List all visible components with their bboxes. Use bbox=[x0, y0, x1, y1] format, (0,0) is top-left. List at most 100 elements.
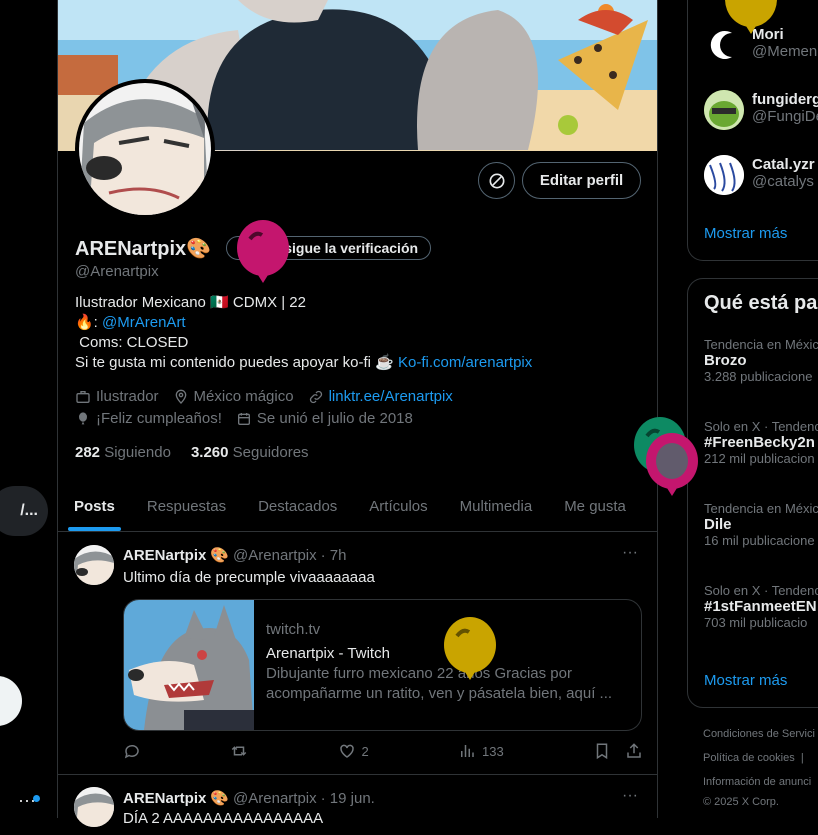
bookmark-icon[interactable] bbox=[593, 742, 611, 760]
follow-suggestion[interactable]: Catal.yzr @catalys bbox=[752, 156, 815, 190]
show-more-link[interactable]: Mostrar más bbox=[704, 225, 787, 242]
footer-ads-link[interactable]: Información de anunci bbox=[703, 776, 811, 788]
show-more-link[interactable]: Mostrar más bbox=[704, 672, 787, 689]
share-icon[interactable] bbox=[625, 742, 643, 760]
follow-avatar[interactable] bbox=[704, 155, 744, 195]
birthday-balloon bbox=[236, 219, 292, 294]
trend-category: Tendencia en México bbox=[704, 337, 818, 352]
like-count: 2 bbox=[361, 743, 369, 759]
trend-name: Brozo bbox=[704, 352, 747, 369]
link-card-image bbox=[124, 600, 254, 730]
profile-birthday: ¡Feliz cumpleaños! bbox=[96, 410, 222, 427]
trend-item[interactable]: Tendencia en Méxic Dile 16 mil publicaci… bbox=[704, 501, 818, 548]
footer-cookies-link[interactable]: Política de cookies | bbox=[703, 752, 804, 764]
profile-name: ARENartpix🎨 bbox=[75, 238, 212, 260]
mention-link[interactable]: @MrArenArt bbox=[102, 314, 186, 331]
trend-count: 16 mil publicacione bbox=[704, 533, 815, 548]
trend-count: 212 mil publicacion bbox=[704, 451, 815, 466]
post-extra-actions bbox=[593, 742, 643, 760]
palette-emoji: 🎨 bbox=[210, 547, 230, 564]
repost-button[interactable] bbox=[230, 742, 248, 760]
sync-icon bbox=[489, 173, 504, 188]
profile-meta-row: Ilustrador México mágico linktr.ee/Arena… bbox=[75, 388, 453, 405]
profile-bio: Ilustrador Mexicano 🇲🇽 CDMX | 22 🔥: @MrA… bbox=[75, 293, 635, 373]
trend-count: 703 mil publicacio bbox=[704, 615, 808, 630]
profile-handle: @Arenartpix bbox=[75, 263, 159, 280]
post-text: Ultimo día de precumple vivaaaaaaaa bbox=[123, 569, 375, 586]
post-text: DÍA 2 AAAAAAAAAAAAAAAA bbox=[123, 810, 324, 827]
profile-job: Ilustrador bbox=[96, 388, 159, 405]
post-header: ARENartpix 🎨 @Arenartpix · 19 jun. bbox=[123, 789, 375, 808]
views-chart-icon bbox=[461, 745, 474, 757]
kofi-link[interactable]: Ko-fi.com/arenartpix bbox=[398, 354, 532, 371]
post-timestamp[interactable]: · 19 jun. bbox=[321, 790, 375, 807]
follow-name: Catal.yzr bbox=[752, 156, 815, 173]
profile-meta-row: ¡Feliz cumpleaños! Se unió el julio de 2… bbox=[75, 410, 413, 427]
trend-name: Dile bbox=[704, 516, 732, 533]
trend-name: #FreenBecky2n bbox=[704, 434, 815, 451]
edit-profile-button[interactable]: Editar perfil bbox=[522, 162, 641, 199]
trend-item[interactable]: Tendencia en México Brozo 3.288 publicac… bbox=[704, 337, 818, 384]
footer-copyright: © 2025 X Corp. bbox=[703, 796, 779, 808]
palette-emoji: 🎨 bbox=[210, 790, 230, 807]
follow-stats: 282 Siguiendo 3.260 Seguidores bbox=[75, 444, 309, 461]
following-link[interactable]: 282 Siguiendo bbox=[75, 444, 171, 461]
trend-category: Solo en X · Tendenc bbox=[704, 419, 818, 434]
post-timestamp[interactable]: · 7h bbox=[321, 547, 347, 564]
tab-likes[interactable]: Me gusta bbox=[548, 481, 642, 531]
reply-button[interactable] bbox=[123, 742, 141, 760]
views-button[interactable]: 133 bbox=[458, 742, 504, 760]
post-actions: 2 133 bbox=[123, 742, 643, 760]
trend-item[interactable]: Solo en X · Tendenc #FreenBecky2n 212 mi… bbox=[704, 419, 818, 466]
tab-replies[interactable]: Respuestas bbox=[131, 481, 242, 531]
post-more-icon[interactable]: ··· bbox=[622, 787, 638, 805]
palette-emoji: 🎨 bbox=[186, 238, 212, 260]
followers-link[interactable]: 3.260 Seguidores bbox=[191, 444, 309, 461]
post-author-handle[interactable]: @Arenartpix bbox=[233, 790, 317, 807]
trend-category: Tendencia en Méxic bbox=[704, 501, 818, 516]
birthday-balloon bbox=[645, 432, 701, 507]
follow-name: fungiderg bbox=[752, 91, 818, 108]
post-avatar[interactable] bbox=[74, 787, 114, 827]
follow-suggestion[interactable]: fungiderg @FungiDe bbox=[752, 91, 818, 125]
calendar-icon bbox=[237, 412, 250, 425]
trend-count: 3.288 publicacione bbox=[704, 369, 813, 384]
post[interactable]: ARENartpix 🎨 @Arenartpix · 19 jun. ··· DÍ… bbox=[58, 775, 657, 835]
balloon-icon bbox=[79, 411, 87, 424]
tab-highlights[interactable]: Destacados bbox=[242, 481, 353, 531]
bio-line: Ilustrador Mexicano 🇲🇽 CDMX | 22 bbox=[75, 294, 306, 311]
profile-avatar[interactable] bbox=[75, 79, 215, 219]
tab-articles[interactable]: Artículos bbox=[353, 481, 443, 531]
tab-media[interactable]: Multimedia bbox=[444, 481, 549, 531]
heart-icon bbox=[339, 744, 354, 758]
post-author-handle[interactable]: @Arenartpix bbox=[233, 547, 317, 564]
repost-icon bbox=[231, 746, 247, 756]
post-header: ARENartpix 🎨 @Arenartpix · 7h bbox=[123, 546, 347, 565]
link-card[interactable]: twitch.tv Arenartpix - Twitch Dibujante … bbox=[123, 599, 642, 731]
nav-more-pill[interactable]: /... bbox=[0, 486, 48, 536]
post-avatar[interactable] bbox=[74, 545, 114, 585]
bio-line: Coms: CLOSED bbox=[79, 334, 189, 351]
briefcase-icon bbox=[76, 390, 90, 403]
follow-avatar[interactable] bbox=[704, 90, 744, 130]
like-button[interactable]: 2 bbox=[338, 742, 369, 760]
tab-posts[interactable]: Posts bbox=[58, 481, 131, 531]
bio-line: Si te gusta mi contenido puedes apoyar k… bbox=[75, 354, 394, 371]
follow-handle: @FungiDe bbox=[752, 108, 818, 125]
post-more-icon[interactable]: ··· bbox=[622, 544, 638, 562]
footer-terms-link[interactable]: Condiciones de Servici bbox=[703, 728, 815, 740]
subscription-button[interactable] bbox=[478, 162, 515, 199]
profile-tabs: Posts Respuestas Destacados Artículos Mu… bbox=[58, 481, 657, 532]
trend-category: Solo en X · Tendenc bbox=[704, 583, 818, 598]
birthday-balloon bbox=[443, 616, 499, 691]
footer-cookies-label: Política de cookies bbox=[703, 752, 795, 764]
profile-column: Editar perfil ARENartpix🎨 Consigue la ve… bbox=[57, 0, 658, 827]
trends-title: Qué está pa bbox=[704, 292, 818, 314]
account-avatar-button[interactable] bbox=[0, 676, 22, 726]
trend-item[interactable]: Solo en X · Tendenc #1stFanmeetEN 703 mi… bbox=[704, 583, 818, 630]
profile-website-link[interactable]: linktr.ee/Arenartpix bbox=[329, 388, 453, 405]
post-author-name[interactable]: ARENartpix bbox=[123, 790, 206, 807]
profile-location: México mágico bbox=[193, 388, 294, 405]
notification-dot bbox=[33, 795, 40, 802]
post-author-name[interactable]: ARENartpix bbox=[123, 547, 206, 564]
